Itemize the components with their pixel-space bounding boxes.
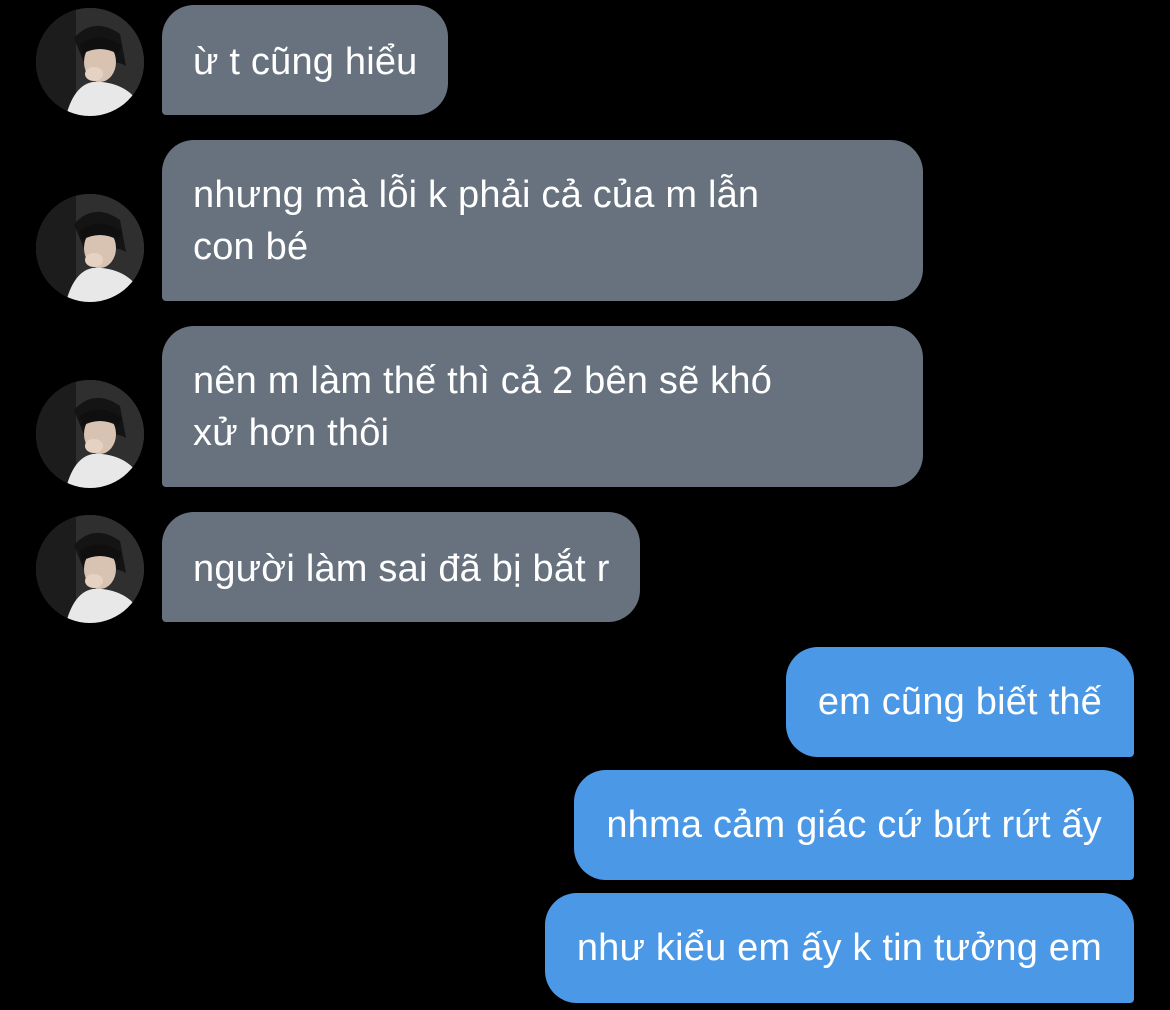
received-message-bubble[interactable]: nên m làm thế thì cả 2 bên sẽ khó xử hơn… [162, 326, 923, 487]
sent-message-bubble[interactable]: như kiểu em ấy k tin tưởng em [544, 893, 1134, 1003]
sent-message-bubble[interactable]: nhma cảm giác cứ bứt rứt ấy [574, 770, 1134, 880]
received-message-bubble[interactable]: nhưng mà lỗi k phải cả của m lẫn con bé [162, 140, 923, 301]
avatar-photo-icon [36, 8, 144, 116]
contact-avatar[interactable] [36, 515, 144, 623]
avatar-photo-icon [36, 194, 144, 302]
received-message-bubble[interactable]: ừ t cũng hiểu [162, 5, 448, 115]
sent-message-bubble[interactable]: em cũng biết thế [785, 647, 1134, 757]
avatar-photo-icon [36, 515, 144, 623]
avatar-photo-icon [36, 380, 144, 488]
contact-avatar[interactable] [36, 194, 144, 302]
contact-avatar[interactable] [36, 380, 144, 488]
contact-avatar[interactable] [36, 8, 144, 116]
received-message-bubble[interactable]: người làm sai đã bị bắt r [162, 512, 640, 622]
